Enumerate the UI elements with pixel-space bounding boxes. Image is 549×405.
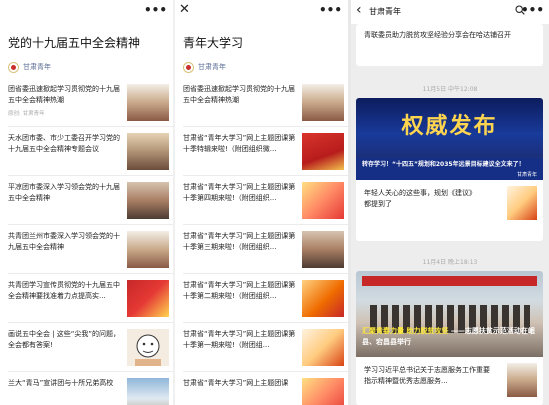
- account-message-panel: ‹ 甘肃青年 ••• 青联委员助力脱贫攻坚经验分享会在哈达铺召开 11月5日 中…: [351, 0, 549, 405]
- list-item[interactable]: 甘肃省“青年大学习”网上主题团课第十季第三期来啦!（附团组织...: [183, 225, 348, 274]
- item-title: 甘肃省“青年大学习”网上主题团课第十季第四期来啦!（附团组织...: [183, 183, 296, 202]
- item-title: 甘肃省“青年大学习”网上主题团课第十季第三期来啦!（附团组织...: [183, 232, 296, 251]
- item-title: 天水团市委、市少工委召开学习党的十九届五中全会精神专题会议: [8, 134, 120, 153]
- photo-red-banner: [362, 276, 537, 286]
- cover-photo: 汇聚青春力量 助力脱贫攻坚 ——志愿扶贫示范活动在岷县、宕昌县举行: [356, 271, 543, 357]
- top-bar: ‹ 甘肃青年 •••: [351, 0, 549, 24]
- photo-caption-title: 汇聚青春力量 助力脱贫攻坚: [362, 327, 449, 335]
- thumbnail-image: [127, 280, 169, 317]
- thumbnail-image: [127, 133, 169, 170]
- page-title: 青年大学习: [183, 36, 244, 50]
- item-title: 画说五中全会 | 这些“尖我”的问题，全会都有答案!: [8, 330, 121, 349]
- thumbnail-image: [127, 378, 169, 405]
- thumbnail-image: [127, 231, 169, 268]
- sub-article-thumbnail: [507, 363, 537, 397]
- item-title: 平凉团市委深入学习领会党的十九届五中全会精神: [8, 183, 120, 202]
- list-item[interactable]: 甘肃省“青年大学习”网上主题团课第十季第四期来啦!（附团组织...: [183, 176, 348, 225]
- account-name: 甘肃青年: [198, 63, 226, 71]
- photo-caption: 汇聚青春力量 助力脱贫攻坚 ——志愿扶贫示范活动在岷县、宕昌县举行: [362, 326, 537, 348]
- thumbnail-image: [302, 133, 344, 170]
- thumbnail-image: [302, 231, 344, 268]
- timestamp: 11月4日 晚上18:13: [422, 259, 478, 266]
- sub-article-title: 学习习近平总书记关于志愿服务工作重要指示精神暨优秀志愿服务...: [364, 366, 490, 385]
- thumbnail-image: [127, 84, 169, 121]
- message-card[interactable]: 青联委员助力脱贫攻坚经验分享会在哈达铺召开: [356, 24, 543, 66]
- screenshot-root: ••• 党的十九届五中全会精神 甘肃青年 团省委迅速掀起学习贯彻党的十九届五中全…: [0, 0, 549, 405]
- account-name: 甘肃青年: [23, 63, 51, 71]
- page-title: 党的十九届五中全会精神: [8, 36, 141, 50]
- list-item[interactable]: 共青团兰州市委深入学习领会党的十九届五中全会精神: [8, 225, 173, 274]
- account-title: 甘肃青年: [369, 7, 401, 16]
- list-item[interactable]: 天水团市委、市少工委召开学习党的十九届五中全会精神专题会议: [8, 127, 173, 176]
- sub-article-title: 年轻人关心的这些事，规划《建议》都提到了: [364, 189, 476, 208]
- article-card[interactable]: 权威发布 转存学习！“十四五”规划和2035年远景目标建议全文来了！ 甘肃青年 …: [356, 98, 543, 241]
- album-panel-plenary: ••• 党的十九届五中全会精神 甘肃青年 团省委迅速掀起学习贯彻党的十九届五中全…: [0, 0, 173, 405]
- list-item[interactable]: 甘肃省“青年大学习”网上主题团课第十季特辑来啦!（附团组织微...: [183, 127, 348, 176]
- list-item[interactable]: 共青团学习宣传贯彻党的十九届五中全会精神要找准着力点提高实...: [8, 274, 173, 323]
- thumbnail-image: [127, 329, 169, 366]
- banner-source: 甘肃青年: [516, 172, 537, 178]
- item-title: 甘肃省“青年大学习”网上主题团课: [183, 379, 289, 387]
- list-item[interactable]: 甘肃省“青年大学习”网上主题团课: [183, 372, 348, 405]
- list-item[interactable]: 团省委迅速掀起学习贯彻党的十九届五中全会精神热潮 原创: 甘肃青年: [8, 78, 173, 127]
- account-logo-icon: [8, 61, 19, 73]
- article-card[interactable]: 汇聚青春力量 助力脱贫攻坚 ——志愿扶贫示范活动在岷县、宕昌县举行 学习习近平总…: [356, 271, 543, 405]
- thumbnail-image: [302, 280, 344, 317]
- account-logo-icon: [183, 61, 194, 73]
- thumbnail-image: [302, 329, 344, 366]
- thumbnail-image: [302, 84, 344, 121]
- more-icon[interactable]: •••: [521, 3, 544, 17]
- list-item[interactable]: 团省委迅速掀起学习贯彻党的十九届五中全会精神热潮: [183, 78, 348, 127]
- thumbnail-image: [127, 182, 169, 219]
- account-row[interactable]: 甘肃青年: [175, 56, 348, 78]
- sub-article-thumbnail: [507, 186, 537, 220]
- card-text: 青联委员助力脱贫攻坚经验分享会在哈达铺召开: [364, 31, 511, 39]
- sub-article-row[interactable]: 学习习近平总书记关于志愿服务工作重要指示精神暨优秀志愿服务...: [356, 357, 543, 403]
- item-title: 团省委迅速掀起学习贯彻党的十九届五中全会精神热潮: [8, 85, 120, 104]
- banner-caption-bar: 转存学习！“十四五”规划和2035年远景目标建议全文来了！ 甘肃青年: [356, 158, 543, 180]
- cover-banner: 权威发布: [356, 98, 543, 158]
- item-title: 团省委迅速掀起学习贯彻党的十九届五中全会精神热潮: [183, 85, 295, 104]
- more-icon[interactable]: •••: [144, 3, 167, 17]
- item-source: 原创: 甘肃青年: [8, 111, 45, 117]
- thumbnail-image: [302, 378, 344, 405]
- item-title: 兰大“青马”宣讲团与十所兄弟高校: [8, 379, 114, 387]
- list-item[interactable]: 甘肃省“青年大学习”网上主题团课第十季第二期来啦!（附团组织...: [183, 274, 348, 323]
- list-item[interactable]: 兰大“青马”宣讲团与十所兄弟高校: [8, 372, 173, 405]
- account-row[interactable]: 甘肃青年: [0, 56, 173, 78]
- top-bar: •••: [0, 0, 173, 24]
- cartoon-face-icon: [135, 334, 161, 366]
- timestamp: 11月5日 中午12:08: [422, 86, 478, 93]
- banner-title: 权威发布: [401, 113, 498, 139]
- list-item[interactable]: 平凉团市委深入学习领会党的十九届五中全会精神: [8, 176, 173, 225]
- item-title: 甘肃省“青年大学习”网上主题团课第十季特辑来啦!（附团组织微...: [183, 134, 296, 153]
- top-bar: ✕ •••: [175, 0, 348, 24]
- item-title: 共青团学习宣传贯彻党的十九届五中全会精神要找准着力点提高实...: [8, 281, 120, 300]
- item-title: 甘肃省“青年大学习”网上主题团课第十季第二期来啦!（附团组织...: [183, 281, 296, 300]
- item-title: 甘肃省“青年大学习”网上主题团课第十季第一期来啦!（附团组...: [183, 330, 296, 349]
- album-panel-youth-study: ✕ ••• 青年大学习 甘肃青年 团省委迅速掀起学习贯彻党的十九届五中全会精神热…: [175, 0, 348, 405]
- back-arrow-icon[interactable]: ‹: [356, 2, 362, 18]
- sub-article-row[interactable]: 年轻人关心的这些事，规划《建议》都提到了: [356, 180, 543, 226]
- list-item[interactable]: 画说五中全会 | 这些“尖我”的问题，全会都有答案!: [8, 323, 173, 372]
- banner-caption: 转存学习！“十四五”规划和2035年远景目标建议全文来了！: [362, 161, 525, 168]
- thumbnail-image: [302, 182, 344, 219]
- more-icon[interactable]: •••: [319, 3, 342, 17]
- close-icon[interactable]: ✕: [179, 2, 190, 17]
- list-item[interactable]: 甘肃省“青年大学习”网上主题团课第十季第一期来啦!（附团组...: [183, 323, 348, 372]
- item-title: 共青团兰州市委深入学习领会党的十九届五中全会精神: [8, 232, 120, 251]
